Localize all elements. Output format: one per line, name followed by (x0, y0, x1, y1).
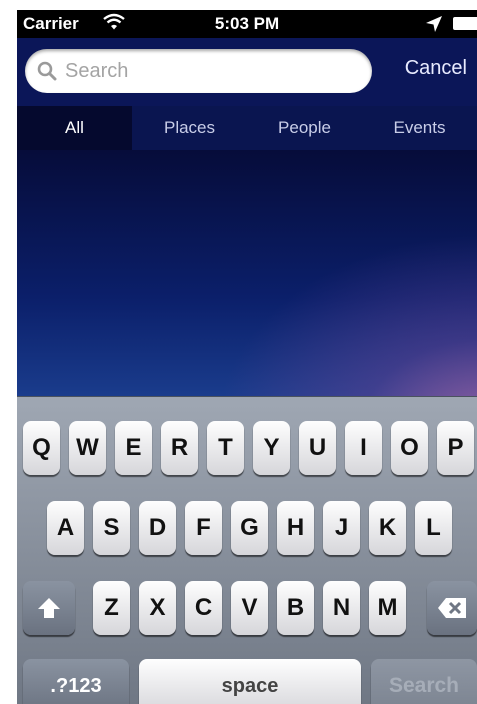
cancel-button[interactable]: Cancel (405, 57, 467, 80)
status-time: 5:03 PM (214, 14, 280, 33)
results-area (17, 150, 477, 396)
space-key[interactable]: space (139, 659, 361, 704)
on-screen-keyboard: Q W E R T Y U I O P A S D F G H J K L Z … (17, 396, 477, 704)
tab-people[interactable]: People (247, 106, 362, 150)
keyboard-row-4: .?123 space Search (17, 659, 477, 704)
key-g[interactable]: G (231, 501, 268, 555)
key-c[interactable]: C (185, 581, 222, 635)
key-b[interactable]: B (277, 581, 314, 635)
key-h[interactable]: H (277, 501, 314, 555)
search-icon (37, 61, 57, 81)
shift-key[interactable] (23, 581, 75, 635)
key-r[interactable]: R (161, 421, 198, 475)
key-q[interactable]: Q (23, 421, 60, 475)
search-key[interactable]: Search (371, 659, 477, 704)
key-v[interactable]: V (231, 581, 268, 635)
app-screen: Carrier 5:03 PM Cancel All Places People… (17, 10, 477, 704)
search-nav-bar: Cancel (17, 38, 477, 106)
key-w[interactable]: W (69, 421, 106, 475)
numbers-key[interactable]: .?123 (23, 659, 129, 704)
shift-icon (38, 598, 60, 618)
status-bar: Carrier 5:03 PM (17, 10, 477, 38)
battery-icon (453, 17, 477, 30)
key-e[interactable]: E (115, 421, 152, 475)
key-i[interactable]: I (345, 421, 382, 475)
search-scope-tabs: All Places People Events (17, 106, 477, 150)
key-p[interactable]: P (437, 421, 474, 475)
search-field[interactable] (25, 49, 372, 93)
key-k[interactable]: K (369, 501, 406, 555)
key-d[interactable]: D (139, 501, 176, 555)
key-n[interactable]: N (323, 581, 360, 635)
search-input[interactable] (65, 49, 355, 93)
tab-places[interactable]: Places (132, 106, 247, 150)
key-a[interactable]: A (47, 501, 84, 555)
key-y[interactable]: Y (253, 421, 290, 475)
location-arrow-icon (426, 16, 442, 32)
tab-events[interactable]: Events (362, 106, 477, 150)
key-u[interactable]: U (299, 421, 336, 475)
key-z[interactable]: Z (93, 581, 130, 635)
backspace-icon (438, 598, 466, 618)
key-m[interactable]: M (369, 581, 406, 635)
key-s[interactable]: S (93, 501, 130, 555)
tab-all[interactable]: All (17, 106, 132, 150)
key-t[interactable]: T (207, 421, 244, 475)
backspace-key[interactable] (427, 581, 477, 635)
key-j[interactable]: J (323, 501, 360, 555)
keyboard-row-3: Z X C V B N M (17, 581, 477, 643)
key-x[interactable]: X (139, 581, 176, 635)
keyboard-row-1: Q W E R T Y U I O P (17, 421, 477, 483)
key-f[interactable]: F (185, 501, 222, 555)
keyboard-row-2: A S D F G H J K L (17, 501, 477, 563)
key-o[interactable]: O (391, 421, 428, 475)
key-l[interactable]: L (415, 501, 452, 555)
